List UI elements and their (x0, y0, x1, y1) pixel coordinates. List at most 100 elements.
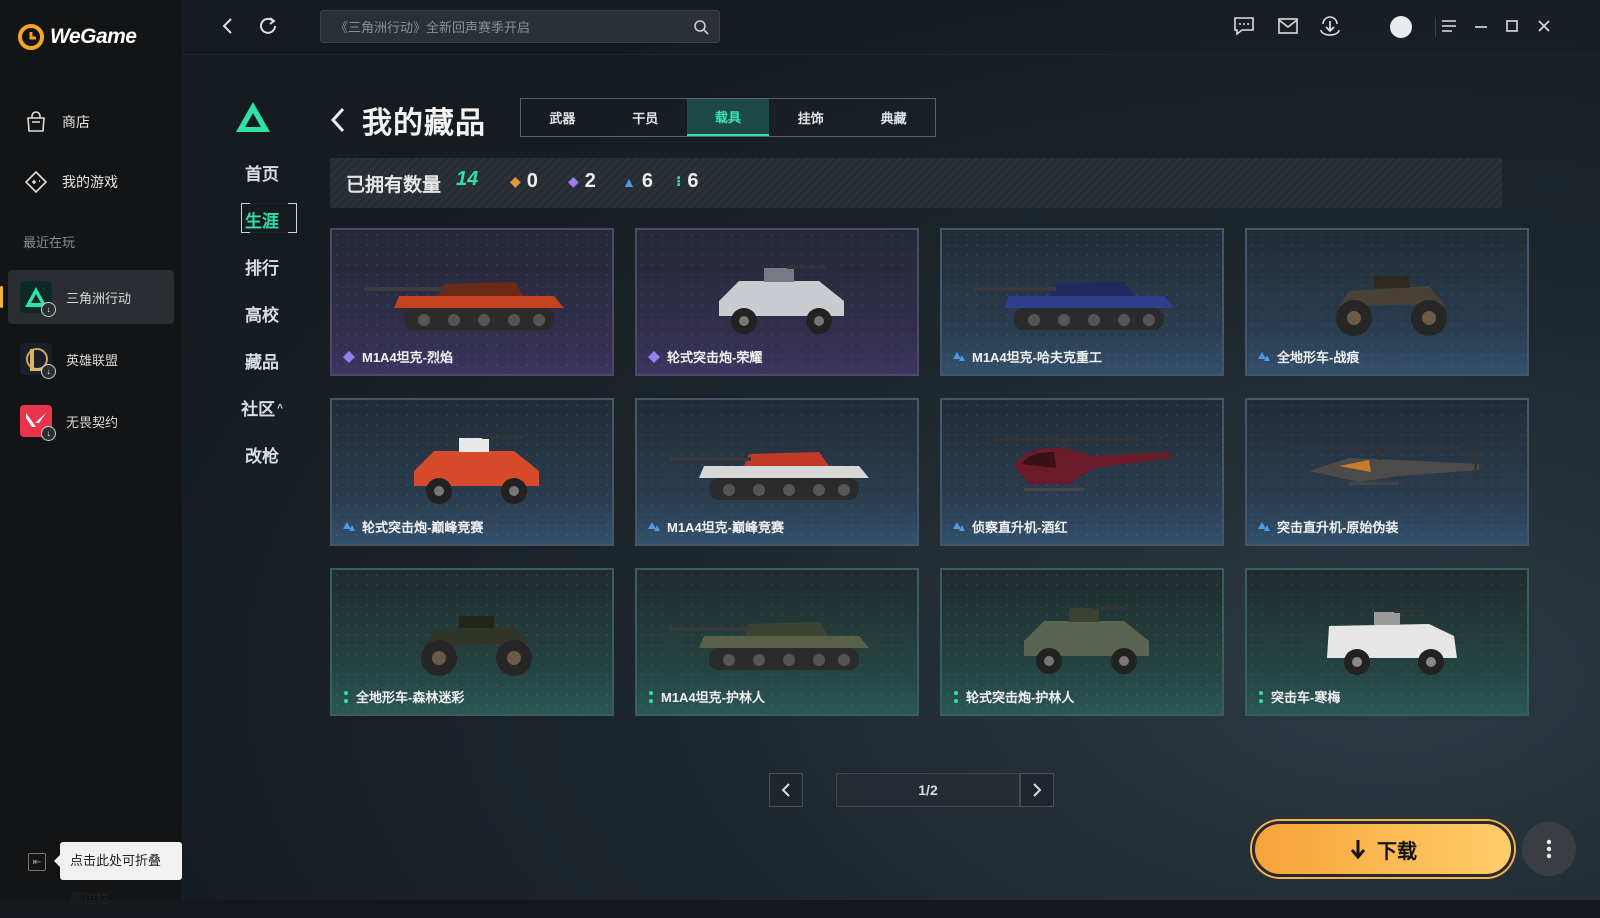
tab-operators[interactable]: 干员 (604, 99, 687, 136)
recent-game-delta-force[interactable]: ↓ 三角洲行动 (0, 270, 174, 324)
collection-card[interactable]: 突击直升机-原始伪装 (1245, 398, 1529, 546)
back-button[interactable] (216, 14, 240, 38)
chevron-right-icon (1033, 783, 1042, 797)
rarity-green-icon (1259, 690, 1263, 703)
maximize-button[interactable] (1500, 14, 1524, 38)
close-button[interactable] (1532, 14, 1556, 38)
armored-truck-icon (1327, 610, 1457, 675)
minimize-button[interactable] (1469, 14, 1493, 38)
collection-card[interactable]: 轮式突击炮-巅峰竞赛 (330, 398, 614, 546)
rarity-purple-icon (648, 350, 660, 363)
chat-button[interactable] (1232, 14, 1256, 38)
rarity-purple-icon (343, 350, 355, 363)
game-nav-gunsmith[interactable]: 改枪 (222, 442, 302, 467)
collection-tabs: 武器 干员 载具 挂饰 典藏 (520, 98, 936, 137)
store-icon (27, 111, 45, 132)
game-nav-ranking[interactable]: 排行 (222, 254, 302, 279)
next-page-button[interactable] (1020, 773, 1054, 807)
refresh-button[interactable] (256, 14, 280, 38)
search-input[interactable] (321, 11, 677, 44)
recent-game-valorant[interactable]: ↓ 无畏契约 (8, 394, 174, 448)
rarity-orange-icon: ◆ (510, 173, 521, 189)
collection-card[interactable]: 全地形车-森林迷彩 (330, 568, 614, 716)
nav-store[interactable]: 商店 (24, 110, 90, 134)
tab-collectibles[interactable]: 典藏 (852, 99, 935, 136)
rarity-blue-icon (1258, 351, 1270, 361)
wegame-logo[interactable]: WeGame (18, 24, 137, 50)
card-label: 轮式突击炮-护林人 (952, 687, 1074, 706)
nav-my-games-label: 我的游戏 (62, 174, 118, 190)
game-nav-community[interactable]: 社区 ^ (222, 395, 302, 420)
card-name: M1A4坦克-护林人 (661, 690, 766, 705)
recent-game-lol[interactable]: ↓ 英雄联盟 (8, 332, 174, 386)
card-label: M1A4坦克-巅峰竞赛 (647, 517, 784, 536)
game-nav-collection[interactable]: 藏品 (222, 348, 302, 373)
card-label: 轮式突击炮-巅峰竞赛 (342, 517, 483, 536)
menu-button[interactable] (1437, 14, 1461, 38)
search-box[interactable] (320, 10, 720, 44)
card-label: 轮式突击炮-荣耀 (647, 347, 762, 366)
wegame-logo-icon (18, 24, 44, 50)
collection-card[interactable]: M1A4坦克-巅峰竞赛 (635, 398, 919, 546)
collection-card[interactable]: 轮式突击炮-荣耀 (635, 228, 919, 376)
collection-card[interactable]: 全地形车-战痕 (1245, 228, 1529, 376)
owned-count-total: 14 (456, 168, 479, 190)
card-label: 突击车-寒梅 (1257, 687, 1340, 706)
downloads-button[interactable] (1318, 14, 1342, 38)
collection-card[interactable]: 突击车-寒梅 (1245, 568, 1529, 716)
owned-count-label: 已拥有数量 (346, 175, 442, 196)
collapse-sidebar-button[interactable]: ⇤ (28, 853, 46, 871)
tab-weapons[interactable]: 武器 (521, 99, 604, 136)
card-name: 突击直升机-原始伪装 (1277, 520, 1399, 535)
rarity-count-green: ⁝ 6 (676, 170, 698, 193)
app-name: WeGame (50, 25, 137, 48)
card-name: M1A4坦克-烈焰 (362, 350, 454, 365)
delta-force-icon (236, 102, 270, 132)
card-name: 全地形车-森林迷彩 (356, 690, 465, 705)
card-label: 全地形车-森林迷彩 (342, 687, 464, 706)
prev-page-button[interactable] (769, 773, 803, 807)
tab-charms[interactable]: 挂饰 (769, 99, 852, 136)
rarity-count-value: 6 (641, 170, 653, 192)
recent-game-label: 三角洲行动 (66, 290, 132, 306)
recent-section-label: 最近在玩 (23, 235, 76, 250)
game-nav-career[interactable]: 生涯 (222, 207, 302, 232)
nav-store-label: 商店 (62, 114, 90, 130)
rarity-blue-icon (953, 521, 965, 531)
rarity-blue-icon (648, 521, 660, 531)
user-avatar[interactable] (1390, 16, 1412, 38)
download-button[interactable]: 下载 (1252, 821, 1514, 877)
active-marker (0, 286, 3, 308)
refresh-icon (260, 17, 276, 34)
tab-vehicles[interactable]: 载具 (686, 99, 770, 136)
nav-my-games[interactable]: 我的游戏 (24, 170, 118, 194)
more-options-button[interactable] (1522, 822, 1576, 876)
game-nav-home[interactable]: 首页 (222, 160, 302, 185)
rarity-count-blue: ▲ 6 (622, 170, 653, 193)
game-nav-college[interactable]: 高校 (222, 301, 302, 326)
chevron-left-icon (222, 18, 232, 34)
mail-button[interactable] (1276, 14, 1300, 38)
download-badge-icon: ↓ (41, 426, 56, 441)
collection-card[interactable]: M1A4坦克-哈夫克重工 (940, 228, 1224, 376)
card-label: M1A4坦克-烈焰 (342, 347, 453, 366)
collection-card[interactable]: 轮式突击炮-护林人 (940, 568, 1224, 716)
page-indicator: 1/2 (836, 773, 1020, 807)
collection-card[interactable]: 侦察直升机-酒红 (940, 398, 1224, 546)
collection-card[interactable]: M1A4坦克-烈焰 (330, 228, 614, 376)
collection-card[interactable]: M1A4坦克-护林人 (635, 568, 919, 716)
page-back-button[interactable] (330, 105, 350, 135)
maximize-icon (1506, 20, 1518, 32)
app-sidebar: WeGame 商店 我的游戏 最近在玩 ↓ 三角洲行动 ↓ 英雄联盟 ↓ 无畏契… (0, 0, 182, 906)
card-label: M1A4坦克-护林人 (647, 687, 765, 706)
delta-force-logo[interactable] (234, 100, 272, 139)
download-badge-icon: ↓ (41, 364, 56, 379)
gamepad-icon (24, 170, 48, 194)
search-icon[interactable] (693, 19, 709, 35)
chevron-left-icon (781, 783, 790, 797)
download-arrow-icon (1350, 840, 1366, 860)
tank-icon (974, 282, 1174, 330)
rarity-purple-icon: ◆ (568, 173, 579, 189)
card-name: 突击车-寒梅 (1271, 690, 1341, 705)
tank-icon (364, 282, 564, 330)
